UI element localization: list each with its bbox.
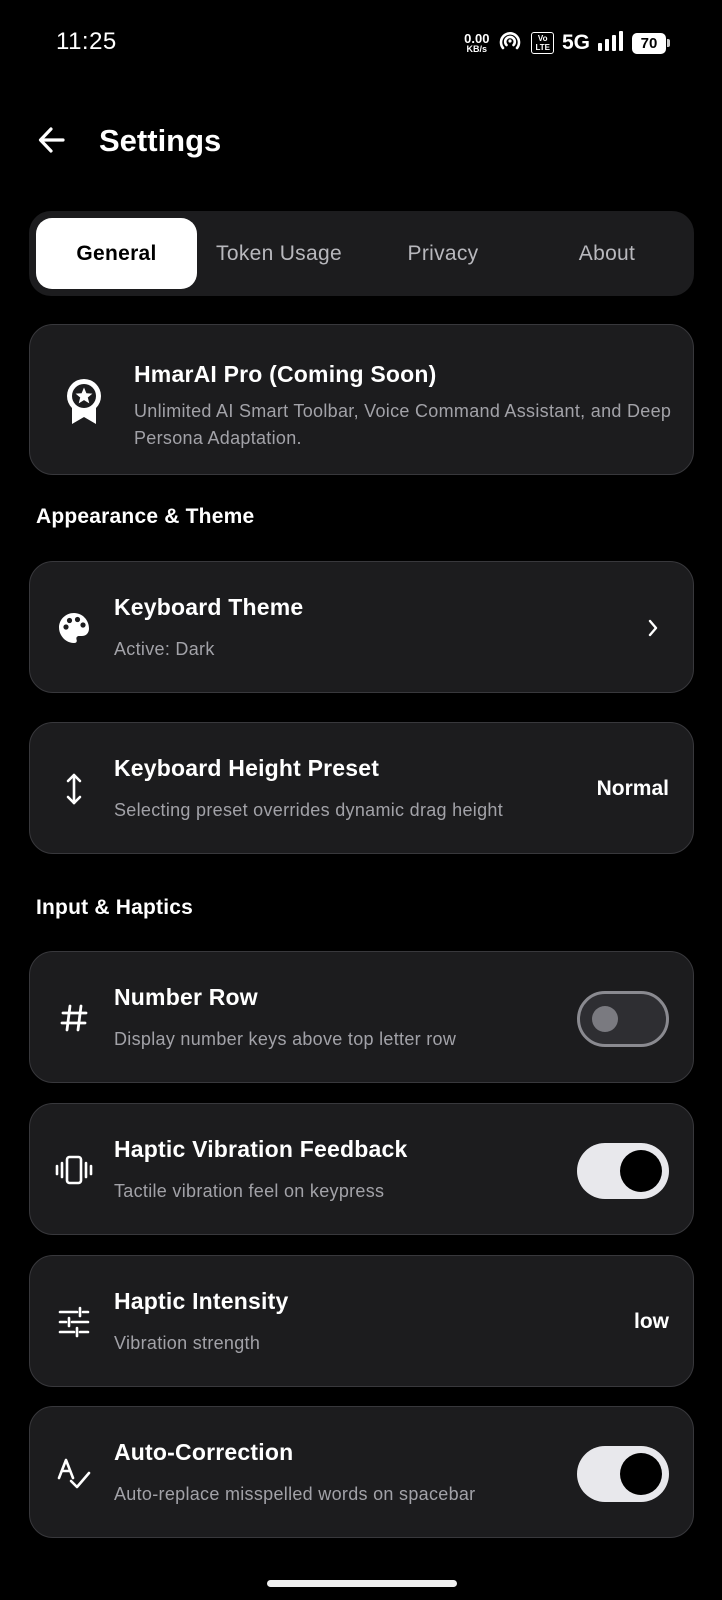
toggle-knob bbox=[620, 1150, 662, 1192]
keyboard-height-value: Normal bbox=[596, 777, 669, 800]
chevron-right-icon bbox=[643, 616, 663, 640]
haptic-intensity-title: Haptic Intensity bbox=[114, 1288, 289, 1314]
tab-bar: General Token Usage Privacy About bbox=[29, 211, 694, 296]
auto-correction-toggle[interactable] bbox=[577, 1446, 669, 1502]
section-heading-appearance: Appearance & Theme bbox=[36, 505, 255, 528]
pro-description: Unlimited AI Smart Toolbar, Voice Comman… bbox=[134, 401, 672, 448]
volte-bottom: LTE bbox=[535, 43, 550, 52]
award-ribbon-icon bbox=[62, 377, 106, 425]
number-row-subtitle: Display number keys above top letter row bbox=[114, 1029, 457, 1049]
hotspot-icon bbox=[497, 29, 523, 58]
status-bar: 11:25 0.00 KB/s Vo LTE 5G 70 bbox=[0, 0, 722, 84]
number-row-setting: Number Row Display number keys above top… bbox=[29, 951, 694, 1083]
keyboard-theme-setting[interactable]: Keyboard Theme Active: Dark bbox=[29, 561, 694, 693]
status-icons: 0.00 KB/s Vo LTE 5G 70 bbox=[464, 28, 670, 58]
volte-top: Vo bbox=[537, 34, 548, 43]
hash-icon bbox=[54, 998, 94, 1038]
battery-level: 70 bbox=[632, 32, 666, 54]
auto-correction-title: Auto-Correction bbox=[114, 1439, 294, 1465]
number-row-title: Number Row bbox=[114, 984, 258, 1010]
haptic-feedback-title: Haptic Vibration Feedback bbox=[114, 1136, 408, 1162]
vibration-icon bbox=[54, 1150, 94, 1190]
status-time: 11:25 bbox=[56, 28, 117, 55]
network-speed: 0.00 KB/s bbox=[464, 32, 489, 54]
section-heading-input: Input & Haptics bbox=[36, 896, 194, 919]
tab-general[interactable]: General bbox=[36, 218, 197, 289]
tab-token-usage[interactable]: Token Usage bbox=[199, 218, 359, 289]
network-speed-unit: KB/s bbox=[466, 44, 488, 54]
volte-badge: Vo LTE bbox=[531, 32, 554, 54]
toggle-knob bbox=[592, 1006, 618, 1032]
arrow-left-icon bbox=[37, 125, 67, 160]
spellcheck-icon bbox=[54, 1453, 94, 1493]
header: Settings bbox=[0, 110, 722, 174]
haptic-intensity-setting[interactable]: Haptic Intensity Vibration strength low bbox=[29, 1255, 694, 1387]
haptic-feedback-subtitle: Tactile vibration feel on keypress bbox=[114, 1181, 385, 1201]
tab-privacy[interactable]: Privacy bbox=[363, 218, 523, 289]
keyboard-theme-subtitle: Active: Dark bbox=[114, 639, 215, 659]
home-indicator[interactable] bbox=[267, 1580, 457, 1587]
haptic-feedback-setting: Haptic Vibration Feedback Tactile vibrat… bbox=[29, 1103, 694, 1235]
pro-upgrade-card[interactable]: HmarAI Pro (Coming Soon) Unlimited AI Sm… bbox=[29, 324, 694, 475]
tab-about[interactable]: About bbox=[527, 218, 687, 289]
haptic-intensity-value: low bbox=[634, 1310, 669, 1333]
toggle-knob bbox=[620, 1453, 662, 1495]
auto-correction-subtitle: Auto-replace misspelled words on spaceba… bbox=[114, 1484, 476, 1504]
keyboard-height-setting[interactable]: Keyboard Height Preset Selecting preset … bbox=[29, 722, 694, 854]
vertical-arrows-icon bbox=[54, 769, 94, 809]
palette-icon bbox=[54, 608, 94, 648]
auto-correction-setting: Auto-Correction Auto-replace misspelled … bbox=[29, 1406, 694, 1538]
haptic-intensity-subtitle: Vibration strength bbox=[114, 1333, 261, 1353]
sliders-icon bbox=[54, 1302, 94, 1342]
network-type: 5G bbox=[561, 31, 590, 54]
keyboard-height-subtitle: Selecting preset overrides dynamic drag … bbox=[114, 800, 504, 820]
number-row-toggle[interactable] bbox=[577, 991, 669, 1047]
battery-icon: 70 bbox=[632, 32, 670, 54]
keyboard-theme-title: Keyboard Theme bbox=[114, 594, 304, 620]
haptic-feedback-toggle[interactable] bbox=[577, 1143, 669, 1199]
back-button[interactable] bbox=[32, 122, 72, 162]
signal-icon bbox=[598, 30, 624, 56]
page-title: Settings bbox=[99, 123, 222, 158]
pro-title: HmarAI Pro (Coming Soon) bbox=[134, 361, 437, 387]
keyboard-height-title: Keyboard Height Preset bbox=[114, 755, 380, 781]
